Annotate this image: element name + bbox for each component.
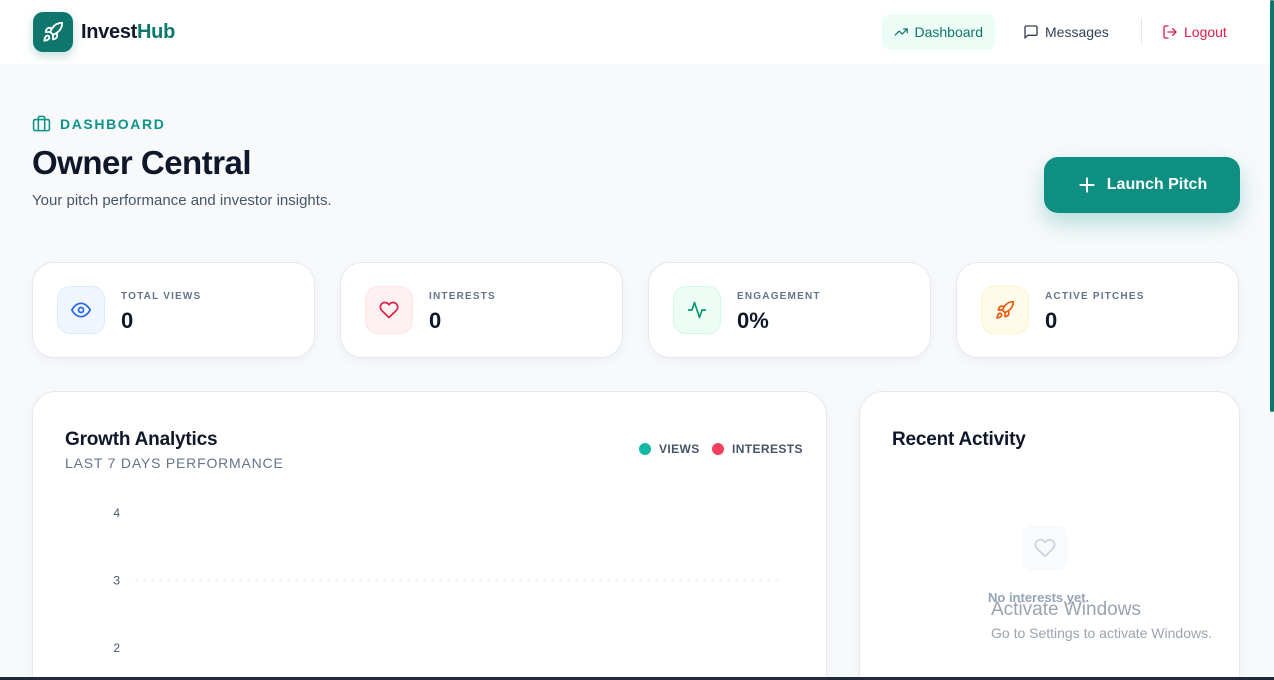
growth-analytics-card: Growth Analytics LAST 7 DAYS PERFORMANCE… <box>32 391 827 680</box>
activity-title: Recent Activity <box>892 429 1026 450</box>
rocket-icon <box>43 21 64 42</box>
plus-icon <box>1079 177 1095 193</box>
page-subtitle: Your pitch performance and investor insi… <box>32 192 332 209</box>
briefcase-icon <box>32 115 51 132</box>
activation-watermark-title: Activate Windows <box>991 599 1141 620</box>
stat-value: 0 <box>121 308 134 333</box>
stat-card-interests: INTERESTS 0 <box>340 262 623 358</box>
stat-icon-box <box>365 286 413 334</box>
brand-name-part2: Hub <box>137 21 175 43</box>
stat-icon-box <box>673 286 721 334</box>
brand-logo[interactable] <box>33 12 73 52</box>
eyebrow-label: DASHBOARD <box>60 115 166 132</box>
logout-icon <box>1163 25 1177 39</box>
empty-state-icon-box <box>1022 525 1068 571</box>
y-tick-label: 4 <box>113 506 120 520</box>
nav-messages-button[interactable]: Messages <box>1011 14 1121 50</box>
stat-value: 0% <box>737 308 769 333</box>
stat-label: INTERESTS <box>429 291 496 302</box>
y-tick-label: 2 <box>113 641 120 655</box>
launch-pitch-button[interactable]: Launch Pitch <box>1044 157 1240 213</box>
section-eyebrow: DASHBOARD <box>32 114 165 133</box>
nav-dashboard-button[interactable]: Dashboard <box>882 14 995 50</box>
brand-name[interactable]: InvestHub <box>81 21 175 44</box>
logout-button[interactable]: Logout <box>1150 14 1239 50</box>
stat-card-total-views: TOTAL VIEWS 0 <box>32 262 315 358</box>
nav-divider <box>1141 18 1142 44</box>
logout-label: Logout <box>1184 24 1227 40</box>
brand-name-part1: Invest <box>81 21 138 43</box>
stat-value: 0 <box>429 308 442 333</box>
stat-card-active-pitches: ACTIVE PITCHES 0 <box>956 262 1239 358</box>
stat-icon-box <box>57 286 105 334</box>
stat-icon-box <box>981 286 1029 334</box>
heart-icon <box>379 301 399 319</box>
trending-up-icon <box>894 28 908 36</box>
stat-value: 0 <box>1045 308 1058 333</box>
page-scrollbar[interactable] <box>1270 0 1274 412</box>
stat-label: TOTAL VIEWS <box>121 291 202 302</box>
nav-messages-label: Messages <box>1045 24 1109 40</box>
growth-chart: 4 3 2 <box>113 506 781 655</box>
y-tick-label: 3 <box>113 574 120 588</box>
eye-icon <box>71 302 91 318</box>
rocket-icon <box>996 300 1015 319</box>
stat-label: ACTIVE PITCHES <box>1045 291 1145 302</box>
message-square-icon <box>1024 25 1038 39</box>
heart-icon <box>1034 538 1056 558</box>
top-navbar: InvestHub Dashboard Messages Logout <box>0 0 1274 64</box>
stat-card-engagement: ENGAGEMENT 0% <box>648 262 931 358</box>
page-title: Owner Central <box>32 144 252 181</box>
nav-dashboard-label: Dashboard <box>914 24 984 40</box>
activation-watermark-subtitle: Go to Settings to activate Windows. <box>991 625 1212 641</box>
stat-label: ENGAGEMENT <box>737 291 821 302</box>
activity-icon <box>687 301 707 319</box>
launch-pitch-label: Launch Pitch <box>1106 176 1208 193</box>
